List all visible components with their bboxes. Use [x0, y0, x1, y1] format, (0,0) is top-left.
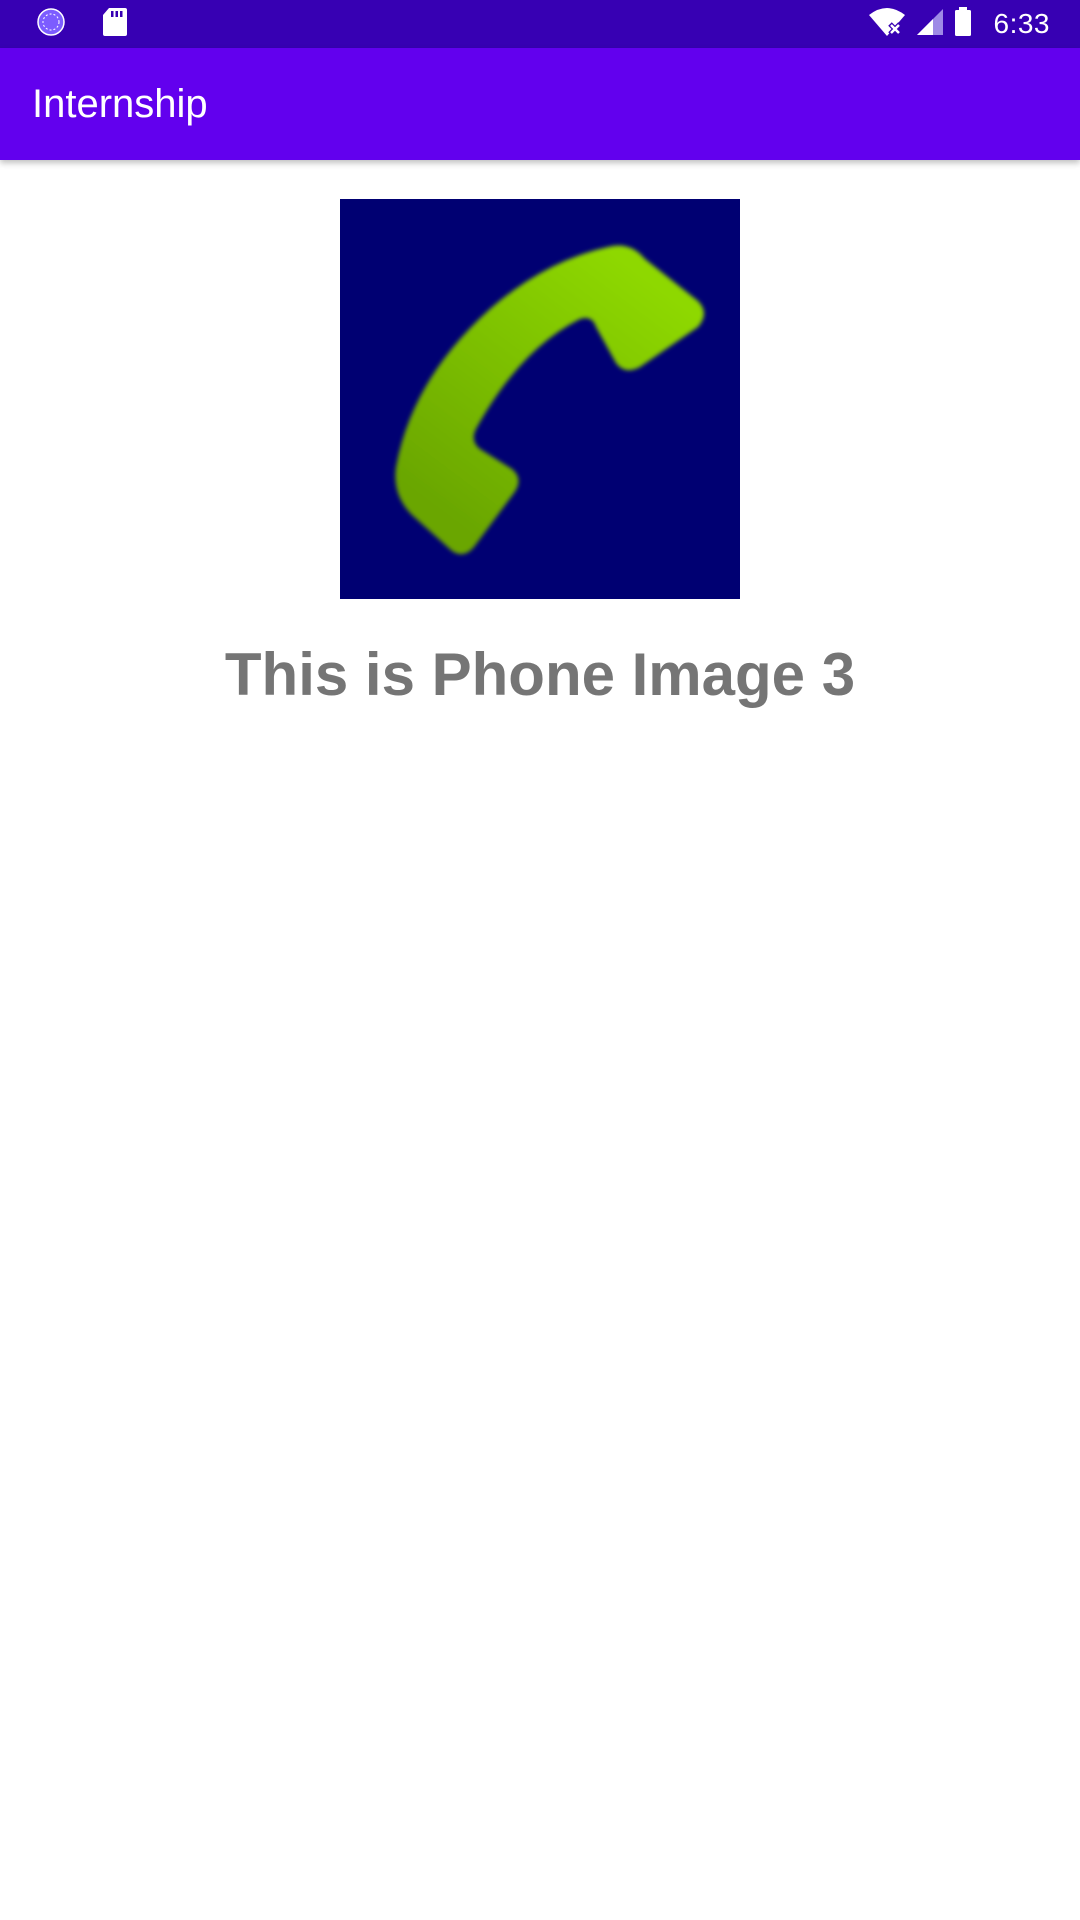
wifi-icon: [868, 7, 906, 42]
status-notifications: [36, 7, 128, 42]
status-system: 6:33: [868, 0, 1051, 48]
image-caption: This is Phone Image 3: [224, 641, 856, 708]
phone-image: [340, 199, 740, 599]
cell-signal-icon: [916, 7, 944, 42]
status-bar: 6:33: [0, 0, 1080, 48]
screen: 6:33 Internship This is Phone Image 3: [0, 0, 1080, 1920]
phone-handset-icon: [395, 245, 704, 555]
clock: 6:33: [993, 8, 1050, 39]
battery-icon: [954, 6, 972, 42]
sd-card-icon: [102, 7, 128, 42]
sync-icon: [36, 7, 66, 42]
app-title: Internship: [32, 82, 208, 126]
app-bar: Internship: [0, 48, 1080, 160]
